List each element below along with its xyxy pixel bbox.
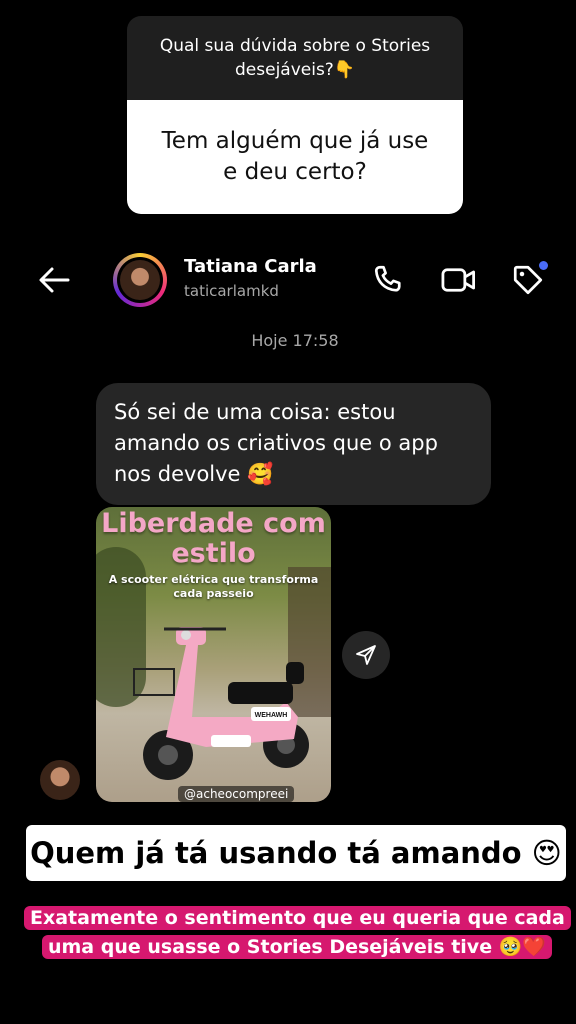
post-title: Liberdade com estilo [101, 508, 326, 569]
scooter-image: WEHAWH [133, 627, 309, 780]
question-prompt: Qual sua dúvida sobre o Stories desejáve… [127, 16, 463, 100]
shared-post[interactable]: Liberdade com estilo A scooter elétrica … [96, 507, 331, 802]
post-subtitle: A scooter elétrica que transforma cada p… [108, 573, 319, 600]
contact-name[interactable]: Tatiana Carla [184, 256, 317, 277]
question-sticker[interactable]: Qual sua dúvida sobre o Stories desejáve… [127, 16, 463, 214]
message-bubble[interactable]: Só sei de uma coisa: estou amando os cri… [96, 383, 491, 505]
share-icon[interactable] [342, 631, 390, 679]
scooter-brand: WEHAWH [255, 712, 288, 719]
notification-dot [539, 261, 548, 270]
contact-username: taticarlamkd [184, 282, 279, 300]
message-timestamp: Hoje 17:58 [251, 331, 339, 350]
profile-photo [120, 260, 160, 300]
caption-subtext: Exatamente o sentimento que eu queria qu… [24, 904, 571, 968]
caption-headline: Quem já tá usando tá amando 😍 [26, 825, 566, 881]
back-arrow-icon[interactable] [34, 262, 74, 298]
question-answer: Tem alguém que já use e deu certo? [127, 100, 463, 214]
caption-subtext-text: Exatamente o sentimento que eu queria qu… [24, 906, 571, 959]
sender-avatar[interactable] [40, 760, 80, 800]
post-tag: @acheocompreei [178, 786, 295, 802]
video-icon[interactable] [440, 262, 476, 298]
phone-icon[interactable] [370, 262, 406, 298]
avatar[interactable] [113, 253, 167, 307]
